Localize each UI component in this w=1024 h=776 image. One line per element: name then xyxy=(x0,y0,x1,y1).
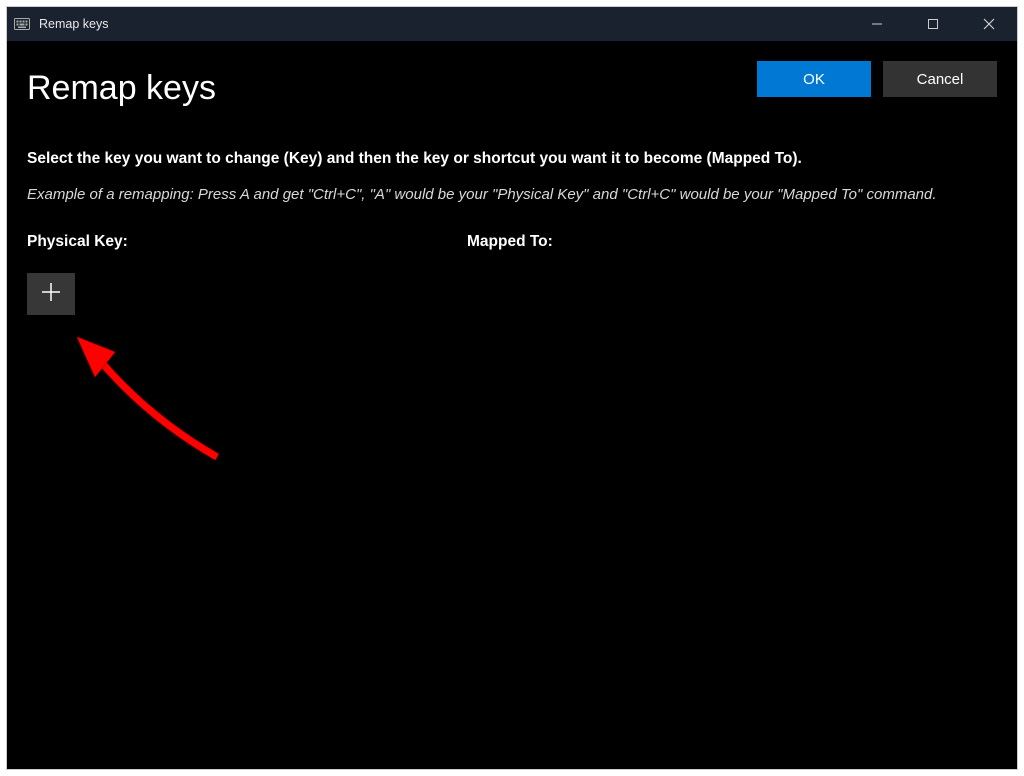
mapped-to-label: Mapped To: xyxy=(467,233,553,251)
window-controls xyxy=(849,7,1017,41)
titlebar: Remap keys xyxy=(7,7,1017,41)
header-row: Remap keys OK Cancel xyxy=(27,61,997,108)
cancel-button[interactable]: Cancel xyxy=(883,61,997,97)
action-buttons: OK Cancel xyxy=(757,61,997,97)
instruction-text: Select the key you want to change (Key) … xyxy=(27,148,997,170)
window: Remap keys Remap keys OK Cancel xyxy=(7,7,1017,769)
maximize-button[interactable] xyxy=(905,7,961,41)
plus-icon xyxy=(40,281,62,308)
keyboard-icon xyxy=(13,17,31,31)
close-button[interactable] xyxy=(961,7,1017,41)
physical-key-label: Physical Key: xyxy=(27,233,467,251)
content-area: Remap keys OK Cancel Select the key you … xyxy=(7,41,1017,335)
page-title: Remap keys xyxy=(27,69,216,108)
annotation-arrow-icon xyxy=(67,327,237,467)
example-text: Example of a remapping: Press A and get … xyxy=(27,184,997,206)
minimize-button[interactable] xyxy=(849,7,905,41)
ok-button[interactable]: OK xyxy=(757,61,871,97)
add-remap-button[interactable] xyxy=(27,273,75,315)
columns: Physical Key: Mapped To: xyxy=(27,233,997,315)
titlebar-title: Remap keys xyxy=(39,17,849,31)
physical-key-column: Physical Key: xyxy=(27,233,467,315)
mapped-to-column: Mapped To: xyxy=(467,233,553,315)
